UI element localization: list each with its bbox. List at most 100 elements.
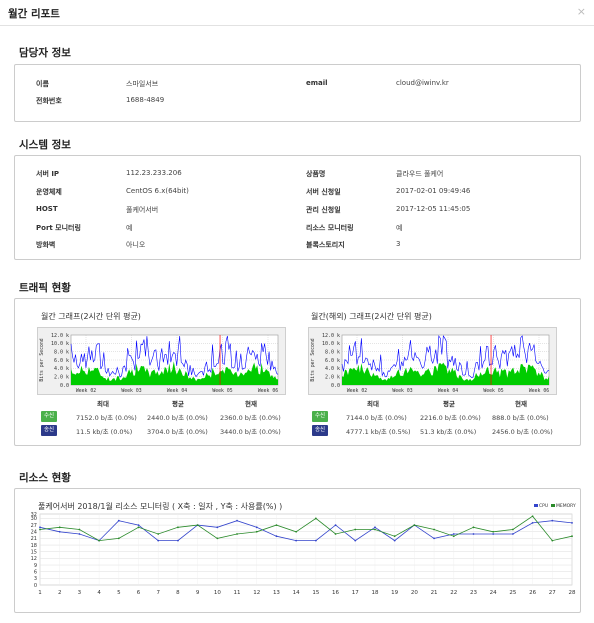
data-point-memory <box>58 526 61 529</box>
y-tick-label: 10.0 k <box>51 341 69 347</box>
data-point-memory <box>433 528 435 531</box>
x-tick-label: Week 03 <box>392 388 412 394</box>
x-tick-label: 2 <box>58 590 62 596</box>
y-tick-label: 8.0 k <box>325 349 340 355</box>
resource-line-chart: 036912151821242730321 2 3 4 5 6 7 8 9 10 11 12 13 14 1… <box>31 512 576 596</box>
data-point-memory <box>196 524 199 526</box>
system-value: 예 <box>396 224 403 232</box>
tx-badge: 송신 <box>312 425 328 436</box>
tx-max: 11.5 kb/초 (0.0%) <box>76 428 133 436</box>
x-tick-label: 11 <box>234 590 241 596</box>
x-tick-label: Week 05 <box>483 388 503 394</box>
y-tick-label: 9 <box>34 563 37 569</box>
x-tick-label: 22 <box>450 590 457 596</box>
x-tick-label: 3 <box>78 590 82 596</box>
data-point-memory <box>78 528 81 531</box>
data-point-memory <box>551 539 554 542</box>
data-point-memory <box>413 524 416 526</box>
data-point-cpu <box>275 535 278 538</box>
data-point-cpu <box>374 526 376 529</box>
rx-badge: 수신 <box>312 411 328 422</box>
data-point-memory <box>117 537 120 540</box>
data-point-memory <box>98 539 101 542</box>
legend-memory-swatch <box>551 504 555 507</box>
stat-header: 최대 <box>97 400 109 408</box>
system-panel: 서버 IP 112.23.233.206 상품명 클라우드 풀케어 운영체제 C… <box>14 155 581 260</box>
data-point-cpu <box>255 526 258 529</box>
stat-header: 평균 <box>443 400 455 408</box>
system-label: 서버 신청일 <box>306 188 341 196</box>
phone-label: 전화번호 <box>36 97 62 105</box>
data-point-memory <box>137 526 140 529</box>
rx-max: 7144.0 b/초 (0.0%) <box>346 414 407 422</box>
x-tick-label: Week 04 <box>167 388 187 394</box>
data-point-cpu <box>117 519 120 522</box>
data-point-memory <box>354 528 357 531</box>
x-tick-label: 12 <box>253 590 260 596</box>
email-label: email <box>306 79 328 87</box>
x-tick-label: 14 <box>293 590 300 596</box>
system-label: 리소스 모니터링 <box>306 224 354 232</box>
x-tick-label: 7 <box>156 590 160 596</box>
y-tick-label: 8.0 k <box>54 349 69 355</box>
x-tick-label: 25 <box>509 590 516 596</box>
traffic-graph-title: 월간 그래프(2시간 단위 평균) <box>41 312 141 321</box>
x-tick-label: 19 <box>391 590 398 596</box>
y-tick-label: 6 <box>34 569 37 575</box>
data-point-cpu <box>354 539 357 542</box>
x-tick-label: 8 <box>176 590 180 596</box>
y-tick-label: 32 <box>31 512 37 518</box>
rx-badge: 수신 <box>41 411 57 422</box>
phone-value: 1688-4849 <box>126 96 165 104</box>
x-tick-label: 18 <box>371 590 378 596</box>
x-tick-label: 5 <box>117 590 121 596</box>
data-point-memory <box>531 515 534 518</box>
x-tick-label: 6 <box>137 590 141 596</box>
x-tick-label: 15 <box>312 590 319 596</box>
y-axis-label: Bits per Second <box>39 338 45 381</box>
y-axis-label: Bits per Second <box>310 338 316 381</box>
data-point-cpu <box>39 526 41 529</box>
y-tick-label: 0 <box>34 583 37 589</box>
data-point-cpu <box>492 533 495 535</box>
system-value: 2017-12-05 11:45:05 <box>396 205 471 213</box>
tx-badge: 송신 <box>41 425 57 436</box>
data-point-memory <box>295 530 298 533</box>
y-tick-label: 12.0 k <box>322 333 340 339</box>
y-tick-label: 4.0 k <box>54 366 69 372</box>
system-value: 3 <box>396 240 401 248</box>
traffic-graph-svg: Bits per Second 12.0 k 10.0 k 8.0 k 6.0 k 4.0… <box>310 333 550 394</box>
data-point-memory <box>571 535 573 538</box>
data-point-cpu <box>531 521 534 524</box>
x-tick-label: 24 <box>490 590 497 596</box>
y-tick-label: 0.0 <box>331 383 340 389</box>
x-tick-label: 4 <box>97 590 101 596</box>
data-point-cpu <box>472 533 475 535</box>
system-label: 운영체제 <box>36 188 62 196</box>
data-point-memory <box>255 530 258 533</box>
tx-avg: 51.3 kb/초 (0.0%) <box>420 428 477 436</box>
tx-now: 3440.0 b/초 (0.0%) <box>220 428 281 436</box>
y-tick-label: 10.0 k <box>322 341 340 347</box>
y-tick-label: 12.0 k <box>51 333 69 339</box>
data-point-cpu <box>571 521 573 524</box>
modal-title: 월간 리포트 <box>8 8 60 20</box>
tx-now: 2456.0 b/초 (0.0%) <box>492 428 553 436</box>
close-icon[interactable]: × <box>577 5 586 18</box>
y-tick-label: 15 <box>31 550 37 556</box>
legend-cpu-swatch <box>534 504 538 507</box>
data-point-memory <box>157 533 160 535</box>
data-point-cpu <box>216 526 219 529</box>
y-tick-label: 24 <box>31 530 37 536</box>
data-point-cpu <box>511 533 514 535</box>
data-point-memory <box>39 528 41 531</box>
data-point-memory <box>511 528 514 531</box>
system-value: 112.23.233.206 <box>126 169 182 177</box>
name-value: 스마일서브 <box>126 80 159 88</box>
y-tick-label: 21 <box>31 536 37 542</box>
x-tick-label: Week 02 <box>76 388 96 394</box>
x-tick-label: Week 04 <box>438 388 458 394</box>
traffic-rrd-graph: Bits per Second 12.0 k 10.0 k 8.0 k 6.0 k 4.0… <box>308 327 557 395</box>
y-tick-label: 2.0 k <box>325 374 340 380</box>
data-point-memory <box>492 530 495 533</box>
